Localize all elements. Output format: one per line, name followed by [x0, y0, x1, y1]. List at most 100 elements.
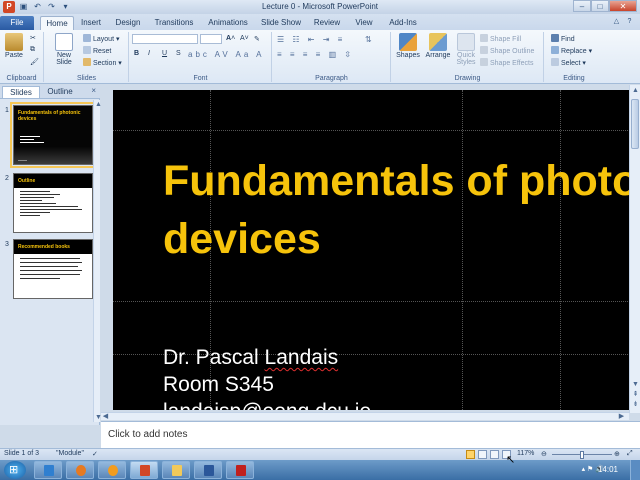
slide-sorter-view-icon[interactable] [478, 450, 487, 459]
minimize-ribbon-icon[interactable]: △ [612, 17, 621, 26]
taskbar-powerpoint[interactable] [130, 461, 158, 479]
ribbon-tabs: File Home Insert Design Transitions Anim… [0, 14, 640, 30]
select-button[interactable]: Select ▾ [551, 58, 586, 67]
scroll-right-arrow-icon[interactable]: ▶ [617, 412, 626, 420]
italic-button[interactable]: I [148, 50, 150, 57]
list-icons[interactable]: ☰ ☷ ⇤ ⇥ ≡ [277, 35, 345, 44]
cut-icon[interactable]: ✂ [30, 34, 36, 42]
scroll-left-arrow-icon[interactable]: ◀ [101, 412, 110, 420]
zoom-level[interactable]: 117% [517, 450, 534, 457]
scrollbar-thumb[interactable] [631, 99, 639, 149]
new-slide-button[interactable]: New Slide [49, 33, 79, 66]
scroll-down-arrow-icon[interactable]: ▼ [631, 381, 640, 388]
fit-to-window-icon[interactable]: ⤢ [627, 450, 633, 458]
minimize-button[interactable]: – [573, 0, 591, 12]
zoom-slider-knob[interactable] [580, 451, 584, 459]
slide-thumbnail-3[interactable]: Recommended books [13, 239, 93, 299]
shape-effects-button[interactable]: Shape Effects [480, 58, 533, 67]
clipboard-label: Clipboard [6, 75, 37, 82]
shrink-font-button[interactable]: A˅ [240, 35, 249, 42]
tab-insert[interactable]: Insert [76, 16, 106, 30]
clear-format-icon[interactable]: ✎ [254, 35, 260, 43]
tab-add-ins[interactable]: Add-Ins [384, 16, 422, 30]
show-desktop-button[interactable] [630, 460, 640, 480]
tab-home[interactable]: Home [40, 16, 74, 30]
reset-button[interactable]: Reset [83, 46, 111, 55]
help-icon[interactable]: ? [625, 17, 634, 26]
tab-slide-show[interactable]: Slide Show [258, 16, 304, 30]
replace-button[interactable]: Replace ▾ [551, 46, 592, 55]
windows-taskbar: ▴ ⚑ 🔊 14:01 [0, 460, 640, 480]
slide-subtitle[interactable]: Dr. Pascal Landais Room S345 landaisp@ee… [163, 344, 371, 410]
normal-view-icon[interactable] [466, 450, 475, 459]
slide-canvas[interactable]: Fundamentals of photonic devices Dr. Pas… [113, 90, 630, 410]
taskbar-acrobat[interactable] [226, 461, 254, 479]
taskbar-firefox[interactable] [66, 461, 94, 479]
copy-icon[interactable]: ⧉ [30, 46, 35, 54]
taskbar-word[interactable] [194, 461, 222, 479]
tab-slides[interactable]: Slides [2, 86, 40, 98]
close-pane-icon[interactable]: × [91, 86, 96, 95]
maximize-button[interactable]: □ [591, 0, 609, 12]
slide-number-1: 1 [5, 107, 9, 114]
shadow-button[interactable]: S [176, 50, 181, 57]
tab-review[interactable]: Review [310, 16, 344, 30]
zoom-in-icon[interactable]: ⊕ [614, 450, 620, 458]
slide-horizontal-scrollbar[interactable]: ◀ ▶ [101, 412, 629, 420]
start-button[interactable] [4, 461, 26, 479]
shape-fill-button[interactable]: Shape Fill [480, 34, 521, 43]
grow-font-button[interactable]: A˄ [226, 35, 235, 42]
spellcheck-icon[interactable]: ✓ [92, 450, 98, 458]
scroll-up-arrow-icon[interactable]: ▲ [631, 87, 640, 94]
bold-button[interactable]: B [134, 50, 139, 57]
slide-vertical-scrollbar[interactable]: ▲ ▼ ⇞ ⇟ [629, 85, 640, 413]
slide-editor: Fundamentals of photonic devices Dr. Pas… [101, 85, 640, 413]
section-button[interactable]: Section ▾ [83, 58, 122, 67]
align-icons[interactable]: ≡ ≡ ≡ ≡ ▥ ⇳ [277, 50, 354, 59]
title-bar: P ▣ ↶ ↷ ▾ Lecture 0 - Microsoft PowerPoi… [0, 0, 640, 14]
theme-name: "Module" [56, 450, 84, 457]
zoom-out-icon[interactable]: ⊖ [541, 450, 547, 458]
notes-pane[interactable]: Click to add notes [101, 421, 640, 448]
font-group: A˄ A˅ ✎ B I U S abc AV Aa A Font [130, 32, 272, 82]
quick-styles-button[interactable]: Quick Styles [452, 33, 480, 66]
underline-button[interactable]: U [162, 50, 167, 57]
effects-icon [480, 58, 488, 66]
close-button[interactable]: ✕ [609, 0, 637, 12]
status-bar: Slide 1 of 3 "Module" ✓ 117% ⊖ ⊕ ⤢ [0, 448, 640, 460]
tab-view[interactable]: View [350, 16, 378, 30]
slide-thumbnail-1[interactable]: Fundamentals of photonic devices [10, 102, 96, 168]
reading-view-icon[interactable] [490, 450, 499, 459]
tab-animations[interactable]: Animations [204, 16, 252, 30]
mouse-cursor-icon: ↖ [506, 453, 516, 466]
shape-outline-button[interactable]: Shape Outline [480, 46, 534, 55]
font-label: Font [193, 75, 208, 82]
slides-pane-scrollbar[interactable]: ▲ ▼ [93, 100, 102, 422]
arrange-button[interactable]: Arrange [423, 33, 453, 59]
taskbar-clock[interactable]: 14:01 [598, 465, 618, 474]
font-misc-icons[interactable]: abc AV Aa A [188, 50, 264, 59]
layout-button[interactable]: Layout ▾ [83, 34, 120, 43]
tab-outline[interactable]: Outline [42, 86, 78, 98]
text-direction-icon[interactable]: ⇅ [365, 35, 372, 44]
taskbar-explorer[interactable] [34, 461, 62, 479]
tab-transitions[interactable]: Transitions [150, 16, 198, 30]
slide-thumbnail-2[interactable]: Outline [13, 173, 93, 233]
font-family-combo[interactable] [132, 34, 198, 44]
taskbar-folder[interactable] [162, 461, 190, 479]
layout-icon [83, 34, 91, 42]
shapes-button[interactable]: Shapes [394, 33, 422, 59]
explorer-icon [44, 465, 54, 476]
tab-file[interactable]: File [0, 16, 34, 30]
format-painter-icon[interactable]: 🖌 [30, 58, 39, 66]
tab-design[interactable]: Design [110, 16, 146, 30]
shapes-icon [399, 33, 417, 51]
acrobat-icon [236, 465, 246, 476]
taskbar-media-player[interactable] [98, 461, 126, 479]
next-slide-icon[interactable]: ⇟ [631, 400, 640, 408]
font-size-combo[interactable] [200, 34, 222, 44]
slide-title[interactable]: Fundamentals of photonic devices [163, 152, 630, 268]
find-button[interactable]: Find [551, 34, 575, 43]
paste-button[interactable]: Paste [2, 33, 26, 59]
previous-slide-icon[interactable]: ⇞ [631, 390, 640, 398]
